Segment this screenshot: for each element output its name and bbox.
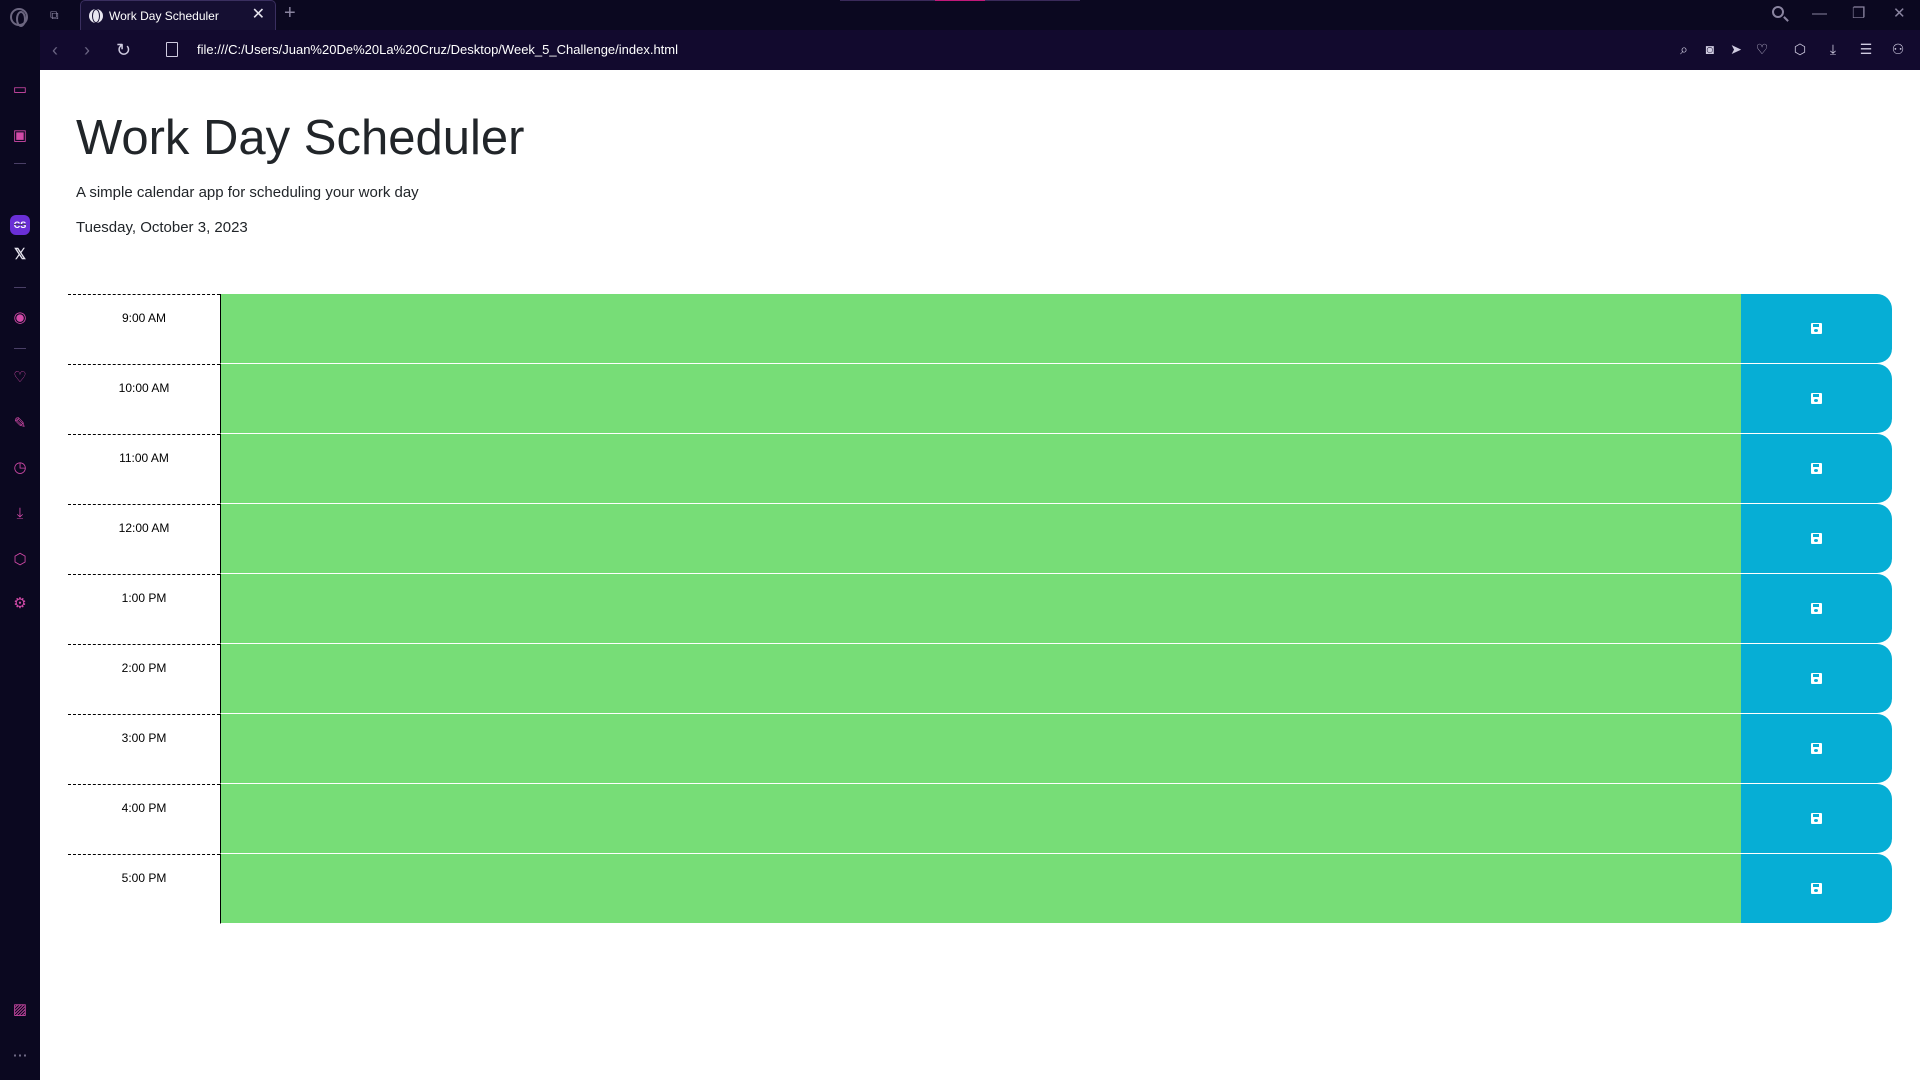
time-block: 2:00 PM xyxy=(68,644,1892,714)
cs-app-icon[interactable]: CS xyxy=(10,215,30,235)
restore-button[interactable]: ❐ xyxy=(1852,4,1865,24)
hour-label: 4:00 PM xyxy=(68,784,220,854)
hour-label: 3:00 PM xyxy=(68,714,220,784)
save-button[interactable] xyxy=(1741,644,1892,714)
hour-label: 11:00 AM xyxy=(68,434,220,504)
time-block: 9:00 AM xyxy=(68,294,1892,364)
event-description-input[interactable] xyxy=(220,294,1741,364)
extensions-sidebar-icon[interactable]: ⬡ xyxy=(10,550,30,570)
time-block: 5:00 PM xyxy=(68,854,1892,924)
time-block: 3:00 PM xyxy=(68,714,1892,784)
wallpaper-image-icon[interactable]: ▨ xyxy=(10,1000,30,1020)
page-info-icon[interactable] xyxy=(166,42,178,57)
event-description-input[interactable] xyxy=(220,644,1741,714)
save-disk-icon xyxy=(1811,743,1822,754)
sidebar-divider xyxy=(14,348,26,349)
tab-bar-accent-pink xyxy=(935,0,985,1)
opera-logo-icon[interactable] xyxy=(10,8,28,27)
save-button[interactable] xyxy=(1741,364,1892,434)
settings-gear-icon[interactable]: ⚙ xyxy=(10,594,30,614)
time-block: 4:00 PM xyxy=(68,784,1892,854)
save-button[interactable] xyxy=(1741,434,1892,504)
tab-work-day-scheduler[interactable]: Work Day Scheduler ✕ xyxy=(80,0,276,30)
bookmark-heart-icon[interactable]: ♡ xyxy=(1754,41,1770,57)
sidebar-divider xyxy=(14,163,26,164)
time-block: 1:00 PM xyxy=(68,574,1892,644)
time-block: 12:00 AM xyxy=(68,504,1892,574)
more-options-icon[interactable]: ⋯ xyxy=(10,1046,30,1066)
search-page-icon[interactable]: ⌕ xyxy=(1676,41,1692,57)
pinboards-icon[interactable]: ✎ xyxy=(10,414,30,434)
bookmarks-heart-icon[interactable]: ♡ xyxy=(10,368,30,388)
current-day: Tuesday, October 3, 2023 xyxy=(76,219,248,236)
save-button[interactable] xyxy=(1741,714,1892,784)
event-description-input[interactable] xyxy=(220,784,1741,854)
sidebar: ▭ ▣ CS 𝕏 ◉ ♡ ✎ ◷ ⤓ ⬡ ⚙ ▨ ⋯ xyxy=(0,30,40,1080)
jumbotron-header: Work Day Scheduler A simple calendar app… xyxy=(76,108,524,236)
time-block: 11:00 AM xyxy=(68,434,1892,504)
page-title: Work Day Scheduler xyxy=(76,111,525,165)
tab-close-icon[interactable]: ✕ xyxy=(252,7,265,23)
time-block-list: 9:00 AM 10:00 AM 11:00 AM 12:00 AM 1:00 … xyxy=(68,294,1892,924)
event-description-input[interactable] xyxy=(220,364,1741,434)
tab-bar: ⧉ Work Day Scheduler ✕ + — ❐ ✕ xyxy=(0,0,1920,30)
save-button[interactable] xyxy=(1741,854,1892,924)
sidebar-divider xyxy=(14,287,26,288)
hour-label: 9:00 AM xyxy=(68,294,220,364)
tab-switcher-icon[interactable]: ⧉ xyxy=(50,8,66,22)
easy-setup-menu-icon[interactable]: ☰ xyxy=(1858,41,1874,57)
media-player-icon[interactable]: ▣ xyxy=(10,126,30,146)
tab-search-icon[interactable] xyxy=(1772,6,1784,18)
save-button[interactable] xyxy=(1741,294,1892,364)
profile-icon[interactable]: ⚇ xyxy=(1890,41,1906,57)
x-twitter-icon[interactable]: 𝕏 xyxy=(10,245,30,265)
save-button[interactable] xyxy=(1741,504,1892,574)
minimize-button[interactable]: — xyxy=(1812,4,1827,24)
save-disk-icon xyxy=(1811,463,1822,474)
page-viewport: Work Day Scheduler A simple calendar app… xyxy=(40,70,1920,1080)
save-disk-icon xyxy=(1811,533,1822,544)
downloads-icon[interactable]: ⤓ xyxy=(1825,41,1841,57)
tab-title: Work Day Scheduler xyxy=(109,9,219,23)
address-bar: ‹ › ↻ file:///C:/Users/Juan%20De%20La%20… xyxy=(40,30,1920,70)
page-lead: A simple calendar app for scheduling you… xyxy=(76,184,419,201)
new-tab-button[interactable]: + xyxy=(284,3,296,23)
save-button[interactable] xyxy=(1741,784,1892,854)
hour-label: 2:00 PM xyxy=(68,644,220,714)
snapshot-camera-icon[interactable]: ◙ xyxy=(1702,41,1718,57)
extensions-cube-icon[interactable]: ⬡ xyxy=(1792,41,1808,57)
downloads-sidebar-icon[interactable]: ⤓ xyxy=(10,504,30,524)
forward-button[interactable]: › xyxy=(84,40,90,60)
event-description-input[interactable] xyxy=(220,714,1741,784)
hour-label: 10:00 AM xyxy=(68,364,220,434)
history-clock-icon[interactable]: ◷ xyxy=(10,458,30,478)
time-block: 10:00 AM xyxy=(68,364,1892,434)
save-disk-icon xyxy=(1811,323,1822,334)
twitch-icon[interactable]: ▭ xyxy=(10,80,30,100)
event-description-input[interactable] xyxy=(220,504,1741,574)
save-disk-icon xyxy=(1811,883,1822,894)
event-description-input[interactable] xyxy=(220,854,1741,924)
player-icon[interactable]: ◉ xyxy=(10,308,30,328)
save-button[interactable] xyxy=(1741,574,1892,644)
hour-label: 5:00 PM xyxy=(68,854,220,924)
globe-icon xyxy=(89,9,103,23)
sidebar-divider xyxy=(14,224,26,225)
event-description-input[interactable] xyxy=(220,434,1741,504)
url-field[interactable]: file:///C:/Users/Juan%20De%20La%20Cruz/D… xyxy=(197,42,678,57)
hour-label: 1:00 PM xyxy=(68,574,220,644)
save-disk-icon xyxy=(1811,393,1822,404)
event-description-input[interactable] xyxy=(220,574,1741,644)
back-button[interactable]: ‹ xyxy=(52,40,58,60)
send-flow-icon[interactable]: ➤ xyxy=(1728,41,1744,57)
save-disk-icon xyxy=(1811,603,1822,614)
save-disk-icon xyxy=(1811,673,1822,684)
close-window-button[interactable]: ✕ xyxy=(1893,4,1906,24)
hour-label: 12:00 AM xyxy=(68,504,220,574)
reload-icon[interactable]: ↻ xyxy=(116,40,131,60)
save-disk-icon xyxy=(1811,813,1822,824)
